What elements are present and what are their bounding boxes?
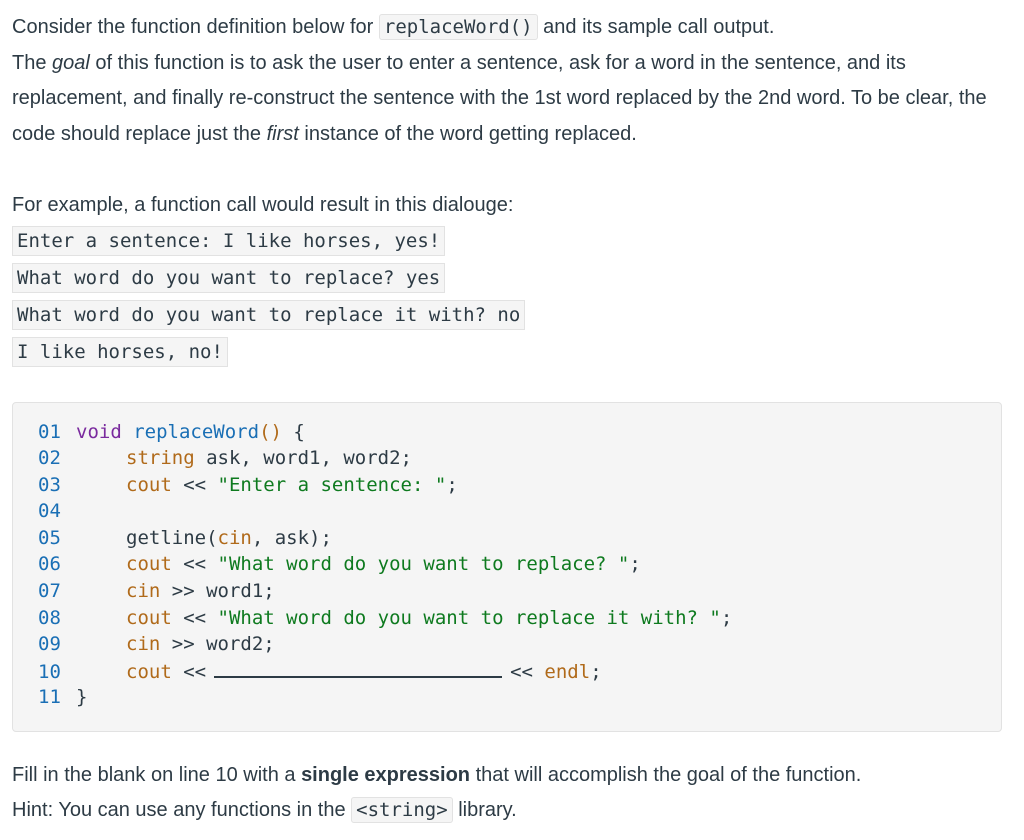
code-line-08: 08 cout << "What word do you want to repl…: [38, 605, 1001, 632]
code-line-11: 11}: [38, 684, 1001, 711]
intro-text-2: and its sample call output.: [537, 16, 775, 38]
line-number: 11: [38, 686, 61, 709]
cin-keyword: cin: [126, 633, 161, 656]
cout-keyword: cout: [126, 553, 172, 576]
code-text: ask, word1, word2;: [194, 447, 412, 470]
intro-text: Consider the function definition below f…: [12, 10, 1012, 152]
goal-text-3: instance of the word getting replaced.: [298, 122, 637, 145]
line-number: 04: [38, 500, 61, 523]
code-line-01: 01 void replaceWord() {: [38, 419, 1001, 446]
goal-paragraph: The goal of this function is to ask the …: [12, 46, 1012, 153]
cout-keyword: cout: [126, 660, 172, 683]
operator: <<: [171, 473, 218, 496]
function-name-code: replaceWord(): [378, 14, 538, 40]
first-emphasis: first: [266, 122, 299, 145]
closing-brace: }: [76, 686, 88, 709]
fill-in-blank: [214, 658, 503, 678]
intro-line-1: Consider the function definition below f…: [12, 10, 1012, 46]
code-line-02: 02 string ask, word1, word2;: [38, 445, 1001, 472]
example-label: For example, a function call would resul…: [12, 194, 514, 216]
operator: <<: [171, 553, 218, 576]
code-block: 01 void replaceWord() { 02 string ask, wor…: [12, 401, 1002, 732]
string-literal: "What word do you want to replace it wit…: [217, 606, 721, 629]
instruction-text-2: that will accomplish the goal of the fun…: [470, 763, 862, 786]
goal-emphasis: goal: [52, 51, 90, 74]
line-number: 02: [38, 447, 61, 470]
hint-line: Hint: You can use any functions in the <…: [12, 793, 1012, 829]
code-line-09: 09 cin >> word2;: [38, 631, 1001, 658]
parens: (): [259, 420, 282, 443]
hint-text-2: library.: [452, 799, 517, 821]
cin-keyword: cin: [217, 526, 252, 549]
code-line-03: 03 cout << "Enter a sentence: ";: [38, 472, 1001, 499]
line-number: 09: [38, 633, 61, 656]
cout-keyword: cout: [126, 606, 172, 629]
function-name: replaceWord: [133, 420, 260, 443]
instructions: Fill in the blank on line 10 with a sing…: [12, 758, 1012, 829]
line-number: 08: [38, 606, 61, 629]
intro-text-1: Consider the function definition below f…: [12, 16, 379, 38]
endl-keyword: endl: [544, 660, 591, 683]
code-line-10: 10 cout << << endl;: [38, 658, 1001, 685]
line-number: 01: [38, 420, 61, 443]
line-number: 06: [38, 553, 61, 576]
cout-keyword: cout: [126, 473, 172, 496]
code-line-05: 05 getline(cin, ask);: [38, 525, 1001, 552]
getline-call: getline(: [126, 526, 218, 549]
cin-keyword: cin: [126, 580, 161, 603]
hint-text-1: Hint: You can use any functions in the: [12, 799, 352, 821]
code-line-06: 06 cout << "What word do you want to repl…: [38, 551, 1001, 578]
string-literal: "Enter a sentence: ": [217, 473, 447, 496]
semicolon: ;: [629, 553, 641, 576]
instruction-text-1: Fill in the blank on line 10 with a: [12, 763, 302, 786]
semicolon: ;: [446, 473, 458, 496]
semicolon: ;: [590, 660, 602, 683]
dialog-line: What word do you want to replace? yes: [12, 262, 446, 293]
line-number: 03: [38, 473, 61, 496]
dialog-line: What word do you want to replace it with…: [12, 299, 526, 330]
line-number: 07: [38, 580, 61, 603]
operator: <<: [171, 660, 207, 683]
line-number: 10: [38, 660, 61, 683]
question-content: Consider the function definition below f…: [12, 10, 1012, 829]
code-line-04: 04: [38, 498, 1001, 525]
type-keyword: string: [126, 447, 195, 470]
keyword: void: [76, 420, 122, 443]
operator: <<: [171, 606, 218, 629]
sample-dialog: Enter a sentence: I like horses, yes! Wh…: [12, 225, 1012, 374]
semicolon: ;: [720, 606, 733, 629]
dialog-line: Enter a sentence: I like horses, yes!: [12, 225, 446, 256]
string-literal: "What word do you want to replace? ": [217, 553, 630, 576]
operator: <<: [510, 660, 545, 683]
dialog-line: I like horses, no!: [12, 336, 228, 367]
instruction-bold: single expression: [301, 763, 471, 786]
string-library-code: <string>: [351, 797, 453, 823]
code-text: , ask);: [251, 526, 332, 549]
code-line-07: 07 cin >> word1;: [38, 578, 1001, 605]
code-text: >> word1;: [160, 580, 275, 603]
brace: {: [281, 420, 305, 443]
code-text: >> word2;: [160, 633, 275, 656]
instruction-line: Fill in the blank on line 10 with a sing…: [12, 758, 1012, 794]
line-number: 05: [38, 526, 61, 549]
goal-text-1: The: [12, 51, 53, 74]
